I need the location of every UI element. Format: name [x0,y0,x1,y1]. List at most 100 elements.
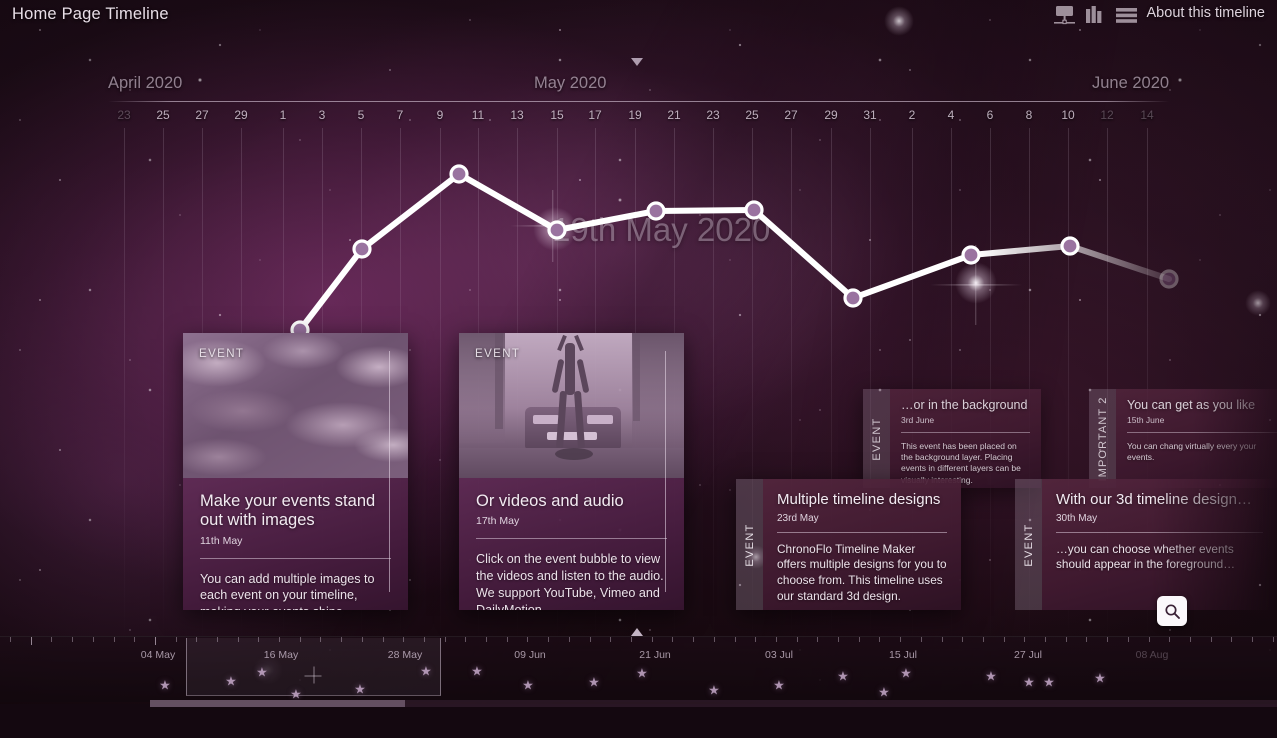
glow-star [955,262,997,304]
minimap-event-star[interactable]: ★ [837,670,849,683]
minimap-tick [817,637,818,642]
minimap-date-label: 08 Aug [1135,649,1169,661]
minimap-tick [486,637,487,642]
minimap-event-star[interactable]: ★ [708,684,720,697]
chart-node[interactable] [449,164,469,184]
scrollbar-thumb[interactable] [150,700,405,707]
date-axis[interactable]: April 2020 May 2020 June 2020 23 25 27 29 1 3 5 7… [0,70,1277,130]
event-card-designs[interactable]: EVENT Multiple timeline designs 23rd May… [736,479,961,610]
event-card-badge: EVENT [199,348,245,360]
gridline [124,128,125,643]
minimap-event-star[interactable]: ★ [773,679,785,692]
axis-day-tick: 6 [986,108,994,122]
minimap-tick [93,637,94,642]
axis-day-tick: 15 [550,108,564,122]
minimap-tick [507,637,508,642]
list-view-icon[interactable] [1115,5,1139,32]
minimap-tick [631,637,632,642]
event-card-date: 11th May [200,534,243,547]
current-date-label: 19th May 2020 [552,211,771,248]
minimap-tick [1024,637,1025,642]
minimap-event-star[interactable]: ★ [256,666,268,679]
chart-node[interactable] [352,239,372,259]
event-card-title: …or in the background [901,398,1028,412]
event-card-image: EVENT [183,333,408,478]
minimap-tick [1231,637,1232,642]
event-card-title: With our 3d timeline design… [1056,491,1252,508]
chart-node[interactable] [1159,269,1179,289]
horizontal-scrollbar[interactable] [150,700,1277,707]
event-card-text: …you can choose whether events should ap… [1056,541,1236,572]
minimap-tick [1190,637,1191,642]
event-card-date: 15th June [1127,414,1165,425]
minimap-event-star[interactable]: ★ [588,676,600,689]
minimap-event-star[interactable]: ★ [1094,672,1106,685]
minimap-date-label: 27 Jul [1013,649,1043,661]
event-card-side-tab: IMPORTANT 2 [1089,389,1116,488]
event-card-important-2[interactable]: IMPORTANT 2 You can get as you like 15th… [1089,389,1277,488]
event-card-date: 23rd May [777,512,819,524]
minimap-tick [569,637,570,642]
event-card-divider [901,431,1030,433]
chart-node-group [290,164,1179,340]
chart-node[interactable] [961,245,981,265]
minimap-event-star[interactable]: ★ [159,679,171,692]
minimap-event-star[interactable]: ★ [636,667,648,680]
minimap-event-star[interactable]: ★ [290,688,302,701]
minimap-event-star[interactable]: ★ [1043,676,1055,689]
axis-day-tick: 27 [195,108,209,122]
about-this-timeline-link[interactable]: About this timeline [1147,5,1265,21]
minimap-tick [900,637,901,642]
minimap-event-star[interactable]: ★ [354,683,366,696]
minimap-event-star[interactable]: ★ [420,665,432,678]
axis-day-tick: 9 [436,108,444,122]
chart-node[interactable] [1060,236,1080,256]
event-card-side-tab: EVENT [863,389,890,488]
minimap-tick [590,637,591,642]
chart-node[interactable] [843,288,863,308]
event-card-title: Make your events stand out with images [200,492,376,530]
minimap-tick [776,637,777,642]
minimap-event-star[interactable]: ★ [225,675,237,688]
minimap-tick [1211,637,1212,642]
minimap-event-star[interactable]: ★ [471,665,483,678]
event-card-body: Or videos and audio 17th May Click on th… [459,478,684,610]
glow-star [1245,290,1271,316]
event-card-background[interactable]: EVENT …or in the background 3rd June Thi… [863,389,1041,488]
minimap-event-star[interactable]: ★ [900,667,912,680]
minimap-event-star[interactable]: ★ [878,686,890,699]
timeline-app: Home Page Timeline About this timeline A… [0,0,1277,738]
event-card-side-tab: EVENT [736,479,763,610]
columns-view-icon[interactable] [1085,5,1107,32]
axis-day-tick: 10 [1061,108,1075,122]
search-button[interactable] [1157,596,1187,626]
minimap-tick [652,637,653,642]
page-title: Home Page Timeline [12,5,169,23]
chart-line [297,171,1172,333]
axis-month-label: April 2020 [108,74,183,92]
axis-day-tick: 7 [396,108,404,122]
minimap-tick [1252,637,1253,642]
axis-day-tick: 14 [1140,108,1154,122]
event-card-images[interactable]: EVENT Make your events stand out with im… [183,333,408,610]
minimap-event-star[interactable]: ★ [1023,676,1035,689]
event-card-date: 30th May [1056,512,1098,524]
event-card-3d-design[interactable]: EVENT With our 3d timeline design… 30th … [1015,479,1277,610]
minimap-event-star[interactable]: ★ [522,679,534,692]
minimap-tick [31,637,32,645]
minimap-tick [838,637,839,642]
view-mode-switcher[interactable] [1053,5,1139,32]
minimap-tick [527,637,528,642]
event-card-video-audio[interactable]: EVENT Or videos and audio 17th May Click… [459,333,684,610]
minimap-tick [1273,637,1274,642]
minimap-tick [693,637,694,642]
axis-day-tick: 1 [279,108,287,122]
timeline-view-icon[interactable] [1053,5,1077,32]
axis-day-tick: 17 [588,108,602,122]
minimap-tick [797,637,798,642]
axis-month-label: May 2020 [534,74,607,92]
event-card-image: EVENT [459,333,684,478]
event-card-text: You can chang virtually every your event… [1127,440,1257,462]
minimap-event-star[interactable]: ★ [985,670,997,683]
app-header: Home Page Timeline About this timeline [0,0,1277,34]
